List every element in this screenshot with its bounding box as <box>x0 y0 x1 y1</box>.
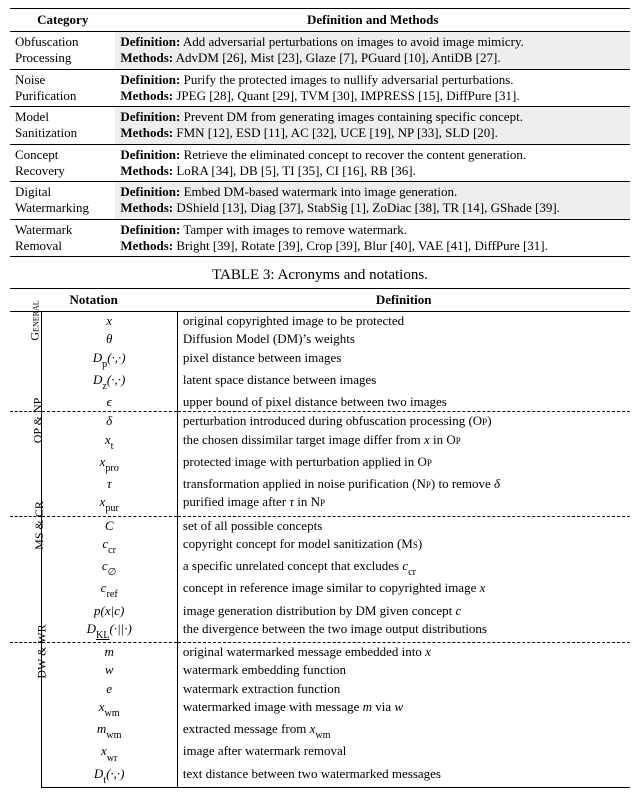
table-row: Generalxoriginal copyrighted image to be… <box>10 312 630 331</box>
header-category: Category <box>10 9 115 32</box>
notation-cell: w <box>41 661 177 679</box>
table-row: wwatermark embedding function <box>10 661 630 679</box>
definition-cell: watermark embedding function <box>177 661 630 679</box>
notation-cell: xt <box>41 431 177 453</box>
category-cell: WatermarkRemoval <box>10 219 115 257</box>
notation-cell: e <box>41 680 177 698</box>
notation-cell: δ <box>41 412 177 431</box>
table-row: p(x|c)image generation distribution by D… <box>10 602 630 620</box>
notation-cell: c∅ <box>41 557 177 579</box>
notation-cell: xwr <box>41 742 177 764</box>
definition-cell: perturbation introduced during obfuscati… <box>177 412 630 431</box>
definition-cell: Definition: Tamper with images to remove… <box>115 219 630 257</box>
definition-cell: Definition: Add adversarial perturbation… <box>115 32 630 70</box>
definition-cell: a specific unrelated concept that exclud… <box>177 557 630 579</box>
table-row: xpurpurified image after τ in Np <box>10 493 630 516</box>
definition-cell: latent space distance between images <box>177 371 630 393</box>
category-cell: DigitalWatermarking <box>10 182 115 220</box>
table-row: DKL(·||·)the divergence between the two … <box>10 620 630 643</box>
definition-cell: Definition: Embed DM-based watermark int… <box>115 182 630 220</box>
notation-cell: mwm <box>41 720 177 742</box>
table-row: Dp(·,·)pixel distance between images <box>10 349 630 371</box>
header-definition2: Definition <box>177 289 630 312</box>
table-row: crefconcept in reference image similar t… <box>10 579 630 601</box>
table-row: Dt(·,·)text distance between two waterma… <box>10 765 630 788</box>
notation-cell: xpur <box>41 493 177 516</box>
notation-cell: Dz(·,·) <box>41 371 177 393</box>
table-row: ModelSanitizationDefinition: Prevent DM … <box>10 107 630 145</box>
notation-cell: DKL(·||·) <box>41 620 177 643</box>
category-cell: ModelSanitization <box>10 107 115 145</box>
definition-cell: Definition: Retrieve the eliminated conc… <box>115 144 630 182</box>
notation-cell: cref <box>41 579 177 601</box>
definition-cell: the divergence between the two image out… <box>177 620 630 643</box>
notation-cell: ϵ <box>41 393 177 412</box>
table-row: Dz(·,·)latent space distance between ima… <box>10 371 630 393</box>
definition-cell: image after watermark removal <box>177 742 630 764</box>
definition-cell: concept in reference image similar to co… <box>177 579 630 601</box>
table-row: τtransformation applied in noise purific… <box>10 475 630 493</box>
table-row: xtthe chosen dissimilar target image dif… <box>10 431 630 453</box>
group-label: DW & WR <box>10 643 41 788</box>
notation-cell: ccr <box>41 535 177 557</box>
table-row: xwrimage after watermark removal <box>10 742 630 764</box>
table-row: DW & WRmoriginal watermarked message emb… <box>10 643 630 662</box>
notations-table: Notation Definition Generalxoriginal cop… <box>10 288 630 788</box>
definition-cell: original watermarked message embedded in… <box>177 643 630 662</box>
table-row: xwmwatermarked image with message m via … <box>10 698 630 720</box>
definition-cell: the chosen dissimilar target image diffe… <box>177 431 630 453</box>
notation-cell: p(x|c) <box>41 602 177 620</box>
definition-cell: watermarked image with message m via w <box>177 698 630 720</box>
table-row: ccrcopyright concept for model sanitizat… <box>10 535 630 557</box>
definition-cell: copyright concept for model sanitization… <box>177 535 630 557</box>
table-row: ConceptRecoveryDefinition: Retrieve the … <box>10 144 630 182</box>
table-caption: TABLE 3: Acronyms and notations. <box>10 267 630 284</box>
table-row: ewatermark extraction function <box>10 680 630 698</box>
definition-cell: purified image after τ in Np <box>177 493 630 516</box>
category-cell: NoisePurification <box>10 69 115 107</box>
category-cell: ObfuscationProcessing <box>10 32 115 70</box>
table-row: mwmextracted message from xwm <box>10 720 630 742</box>
definition-cell: upper bound of pixel distance between tw… <box>177 393 630 412</box>
definition-cell: Definition: Purify the protected images … <box>115 69 630 107</box>
definition-cell: watermark extraction function <box>177 680 630 698</box>
notation-cell: τ <box>41 475 177 493</box>
table-row: NoisePurificationDefinition: Purify the … <box>10 69 630 107</box>
definition-cell: set of all possible concepts <box>177 516 630 535</box>
table-row: θDiffusion Model (DM)’s weights <box>10 330 630 348</box>
table-row: xproprotected image with perturbation ap… <box>10 453 630 475</box>
notation-cell: xwm <box>41 698 177 720</box>
category-cell: ConceptRecovery <box>10 144 115 182</box>
notation-cell: x <box>41 312 177 331</box>
definition-cell: extracted message from xwm <box>177 720 630 742</box>
notation-cell: m <box>41 643 177 662</box>
table-row: OP & NPδperturbation introduced during o… <box>10 412 630 431</box>
definition-cell: text distance between two watermarked me… <box>177 765 630 788</box>
notation-cell: θ <box>41 330 177 348</box>
definition-cell: transformation applied in noise purifica… <box>177 475 630 493</box>
definition-cell: original copyrighted image to be protect… <box>177 312 630 331</box>
notation-cell: Dp(·,·) <box>41 349 177 371</box>
header-definition: Definition and Methods <box>115 9 630 32</box>
table-row: WatermarkRemovalDefinition: Tamper with … <box>10 219 630 257</box>
definition-cell: image generation distribution by DM give… <box>177 602 630 620</box>
categories-table: Category Definition and Methods Obfuscat… <box>10 8 630 257</box>
notation-cell: Dt(·,·) <box>41 765 177 788</box>
definition-cell: Diffusion Model (DM)’s weights <box>177 330 630 348</box>
table-row: DigitalWatermarkingDefinition: Embed DM-… <box>10 182 630 220</box>
table-row: ObfuscationProcessingDefinition: Add adv… <box>10 32 630 70</box>
definition-cell: Definition: Prevent DM from generating i… <box>115 107 630 145</box>
table-row: ϵupper bound of pixel distance between t… <box>10 393 630 412</box>
notation-cell: xpro <box>41 453 177 475</box>
notation-cell: C <box>41 516 177 535</box>
table-row: c∅a specific unrelated concept that excl… <box>10 557 630 579</box>
table-row: MS & CRCset of all possible concepts <box>10 516 630 535</box>
definition-cell: pixel distance between images <box>177 349 630 371</box>
definition-cell: protected image with perturbation applie… <box>177 453 630 475</box>
